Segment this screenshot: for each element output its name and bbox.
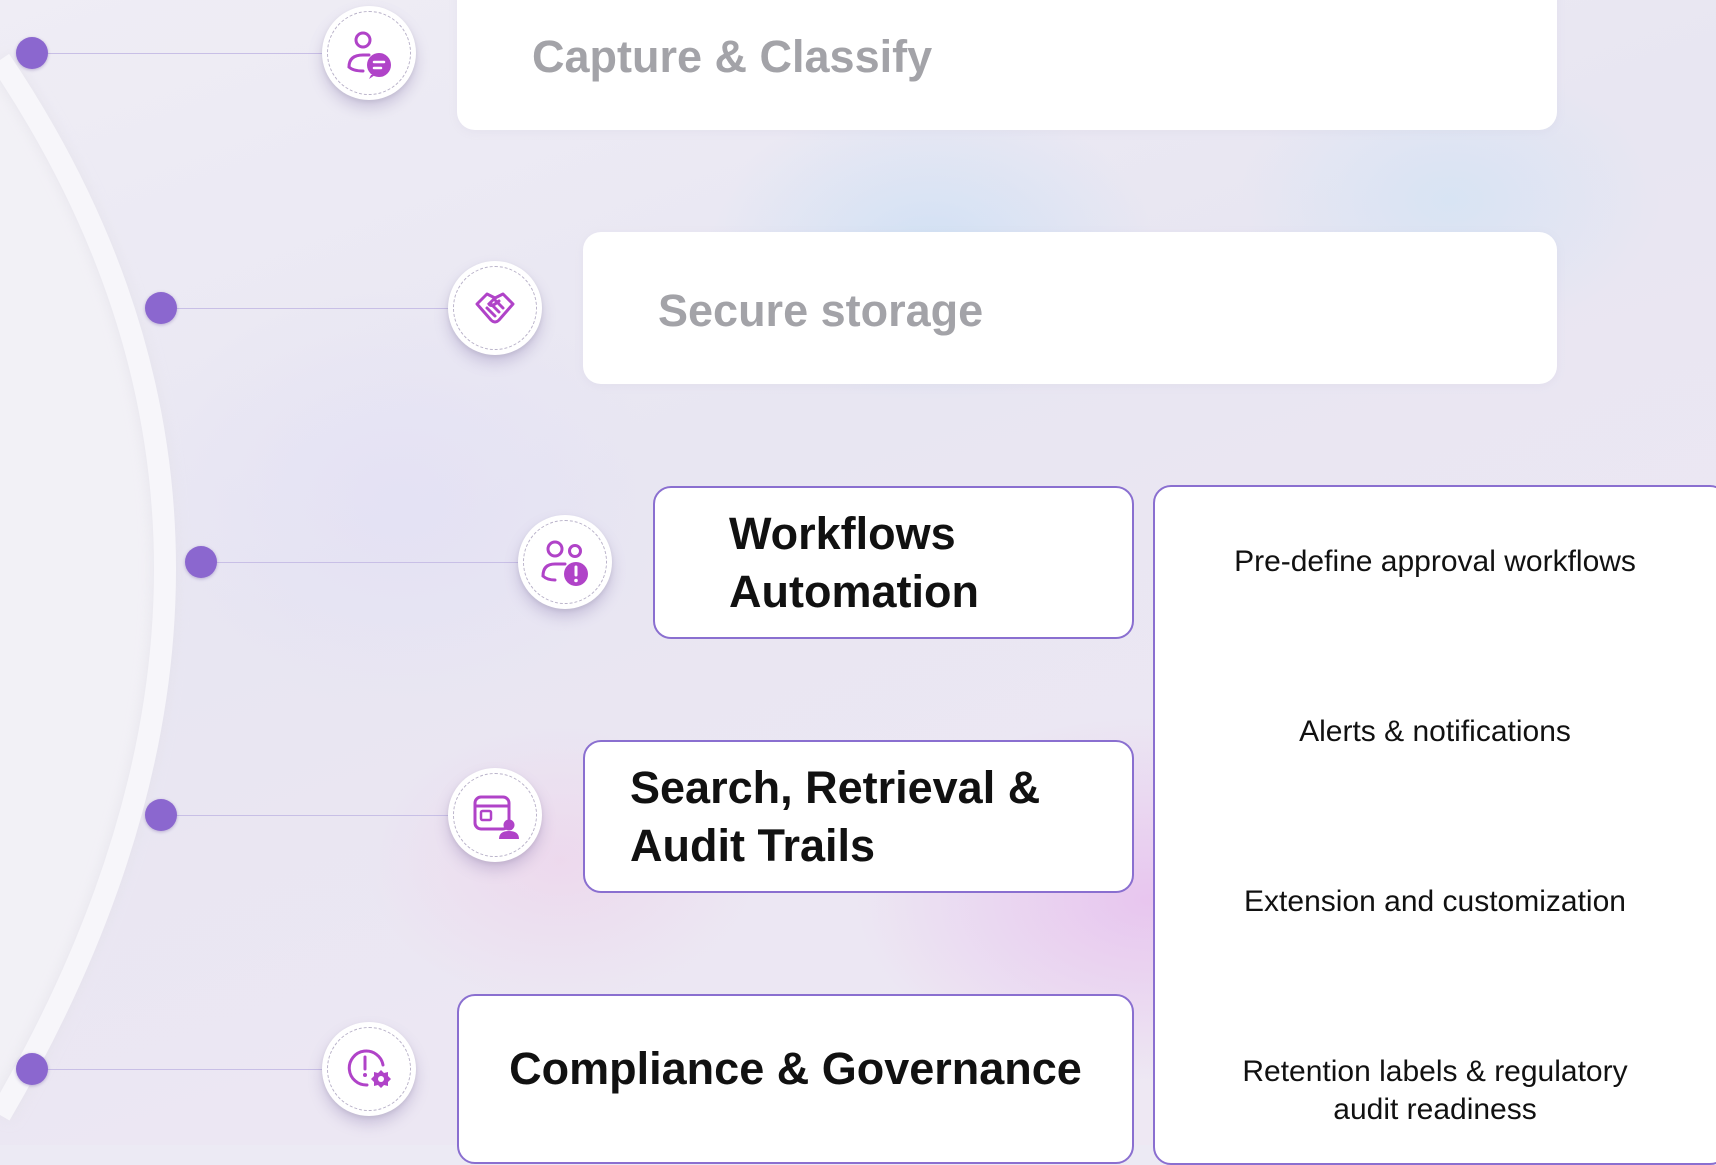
- stage-card-capture: Capture & Classify: [457, 0, 1557, 130]
- stage-label-capture: Capture & Classify: [532, 31, 933, 82]
- timeline-dot-workflows: [185, 546, 217, 578]
- window-person-icon: [473, 795, 519, 839]
- stage-card-storage: Secure storage: [583, 232, 1557, 384]
- badge-storage: [448, 261, 542, 355]
- detail-item-retention: Retention labels & regulatory audit read…: [1242, 1055, 1628, 1126]
- timeline-dot-compliance: [16, 1053, 48, 1085]
- people-alert-icon: [541, 540, 588, 586]
- detail-item-alerts: Alerts & notifications: [1299, 715, 1571, 748]
- badge-capture: [322, 6, 416, 100]
- detail-item-extension: Extension and customization: [1244, 885, 1626, 918]
- stage-card-compliance: Compliance & Governance: [457, 994, 1134, 1164]
- person-chat-icon: [347, 31, 391, 79]
- connector-search: [161, 815, 451, 816]
- stage-card-search: Search, Retrieval & Audit Trails: [583, 740, 1134, 893]
- handshake-icon: [475, 292, 515, 324]
- connector-capture: [32, 53, 322, 54]
- connector-compliance: [32, 1069, 322, 1070]
- details-panel: Pre-define approval workflows Alerts & n…: [1153, 485, 1716, 1165]
- badge-workflows: [518, 515, 612, 609]
- timeline-dot-search: [145, 799, 177, 831]
- stage-label-compliance: Compliance & Governance: [509, 1043, 1082, 1094]
- detail-item-approval: Pre-define approval workflows: [1234, 545, 1636, 578]
- stage-label-storage: Secure storage: [658, 285, 984, 336]
- timeline-dot-storage: [145, 292, 177, 324]
- connector-storage: [161, 308, 451, 309]
- stage-label-search: Search, Retrieval & Audit Trails: [630, 761, 1041, 871]
- timeline-dot-capture: [16, 37, 48, 69]
- badge-compliance: [322, 1022, 416, 1116]
- connector-workflows: [201, 562, 521, 563]
- badge-search: [448, 768, 542, 862]
- stage-label-workflows: Workflows Automation: [729, 507, 979, 617]
- alert-settings-icon: [347, 1049, 391, 1088]
- stage-card-workflows: Workflows Automation: [653, 486, 1134, 639]
